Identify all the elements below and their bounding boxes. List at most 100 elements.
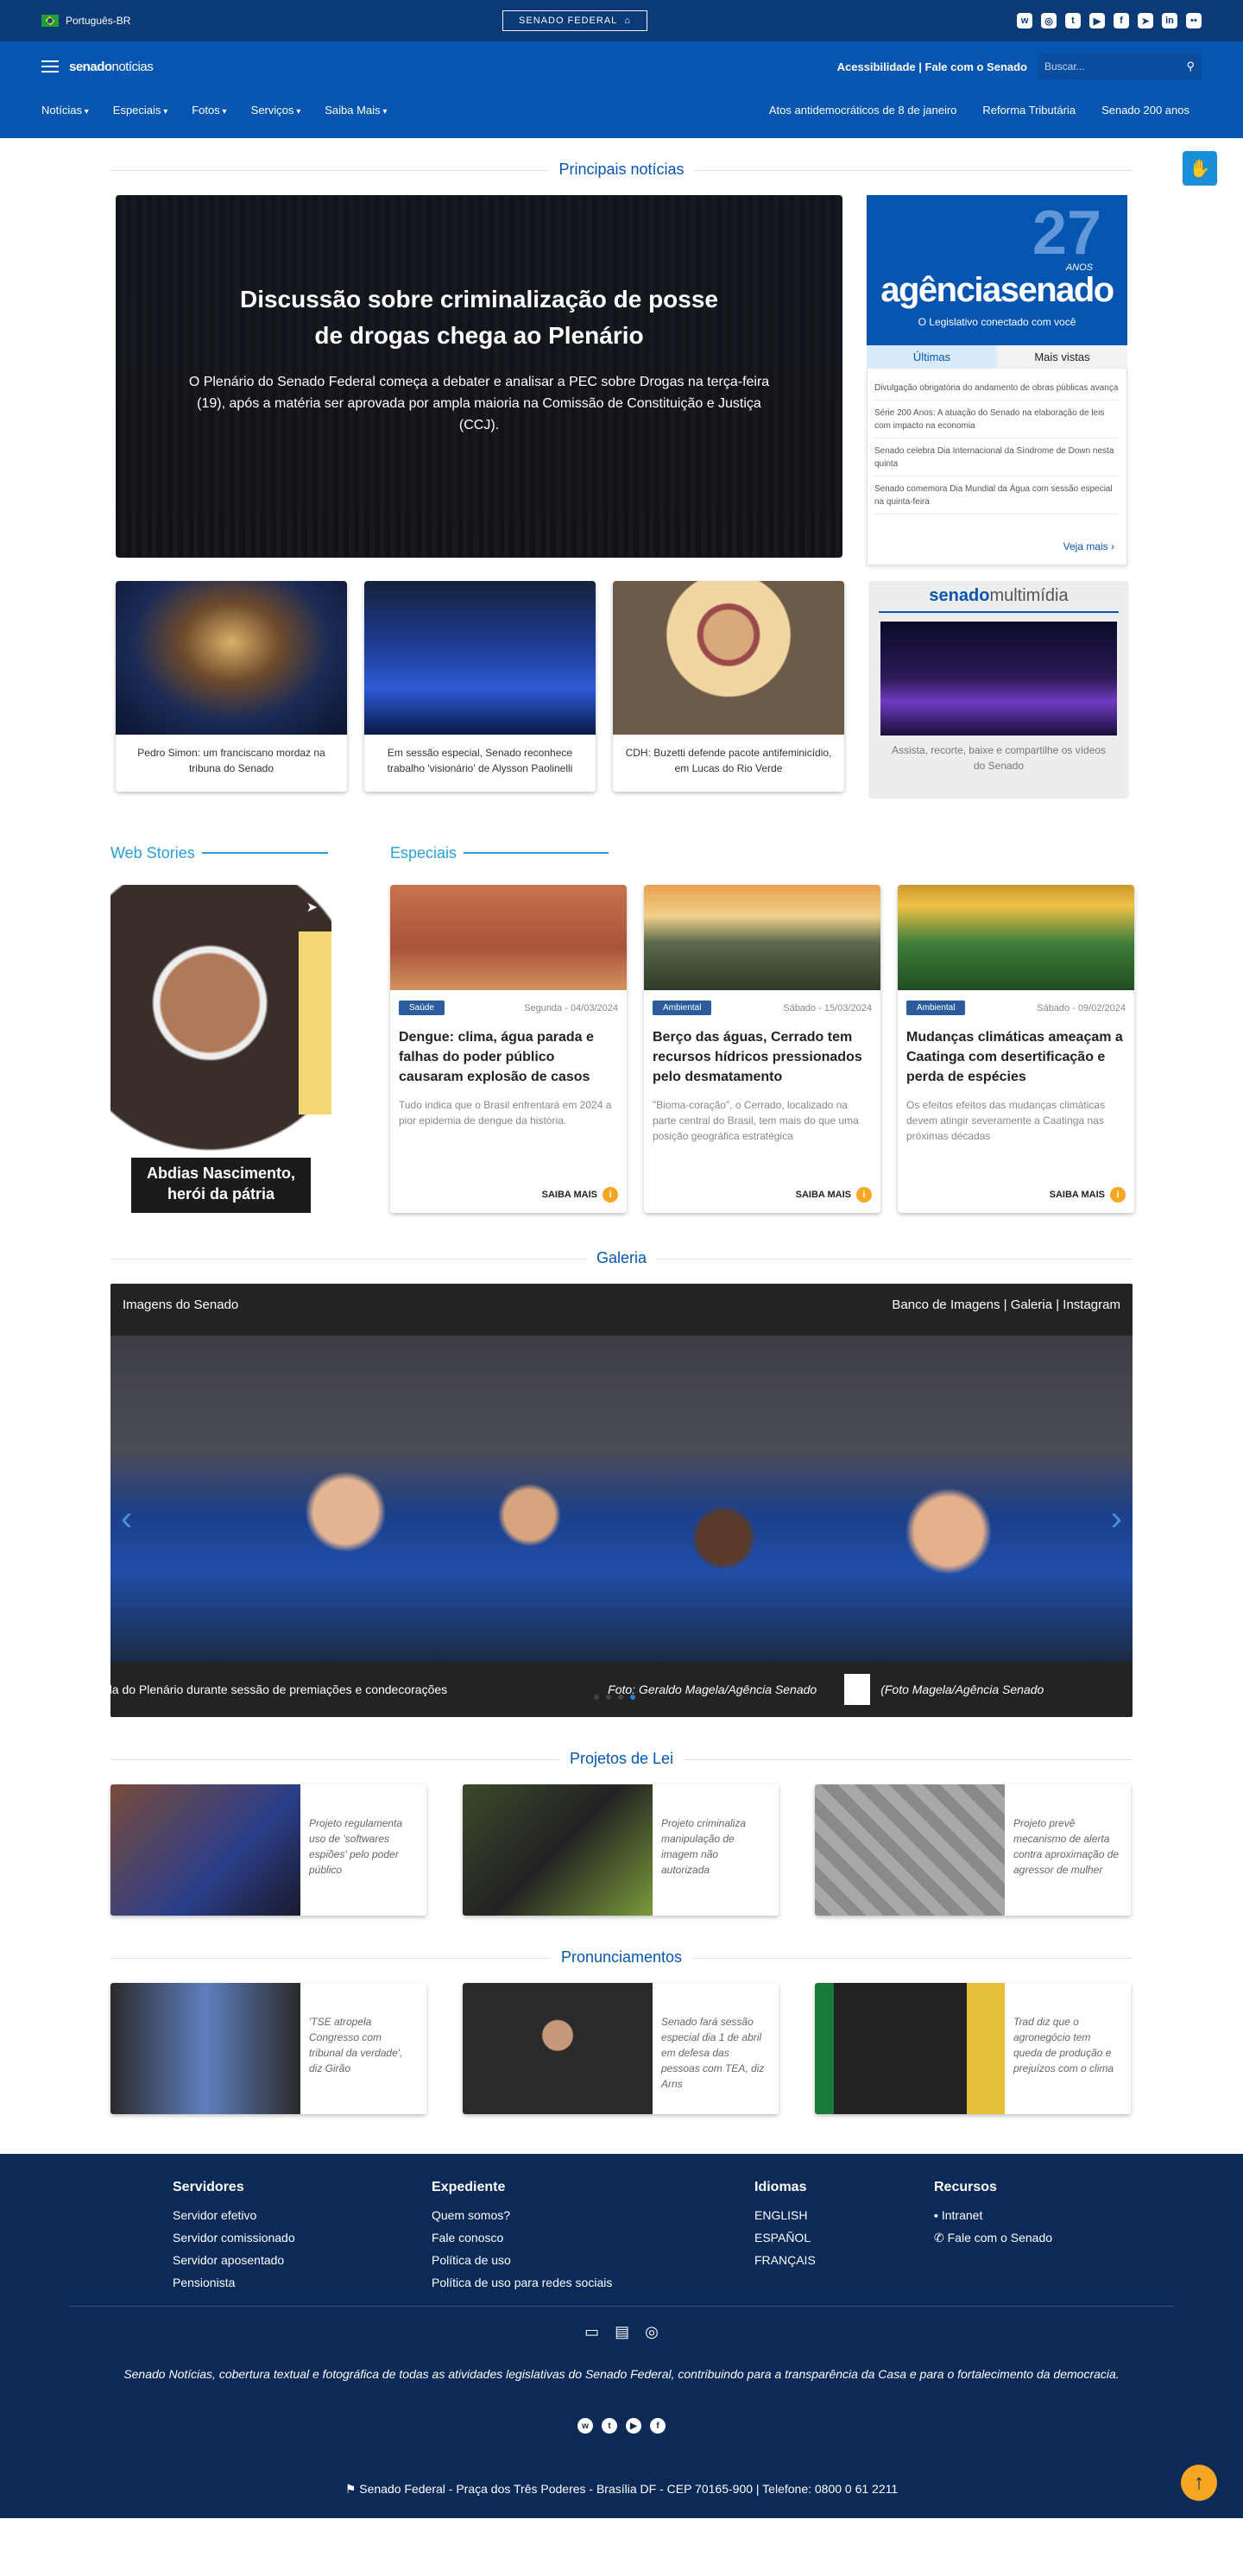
quick-link-reforma[interactable]: Reforma Tributária	[982, 104, 1076, 117]
menu-noticias[interactable]: Notícias	[41, 104, 89, 117]
search-input[interactable]	[1044, 60, 1174, 73]
quick-links: Atos antidemocráticos de 8 de janeiro Re…	[769, 104, 1189, 117]
chevron-left-icon[interactable]: ‹	[121, 1500, 132, 1538]
footer-link[interactable]: Servidor efetivo	[173, 2204, 432, 2226]
footer-link[interactable]: Pensionista	[173, 2271, 432, 2294]
menu-saiba-mais[interactable]: Saiba Mais	[325, 104, 387, 117]
pronunciamento-image	[110, 1983, 300, 2114]
footer-link-fale[interactable]: ✆ Fale com o Senado	[934, 2226, 1052, 2249]
news-card[interactable]: CDH: Buzetti defende pacote antifeminicí…	[613, 581, 844, 792]
web-story-card[interactable]: ➤ Abdias Nascimento, herói da pátria	[110, 885, 331, 1213]
footer-link[interactable]: FRANÇAIS	[754, 2249, 934, 2271]
senado-noticias-logo[interactable]: senadonotícias	[69, 60, 154, 74]
whatsapp-icon[interactable]: w	[1017, 13, 1032, 28]
pronunciamento-card[interactable]: Senado fará sessão especial dia 1 de abr…	[463, 1983, 779, 2114]
footer-link[interactable]: Política de uso	[432, 2249, 754, 2271]
menu-especiais[interactable]: Especiais	[113, 104, 167, 117]
footer-link[interactable]: ENGLISH	[754, 2204, 934, 2226]
header-links[interactable]: Acessibilidade | Fale com o Senado	[837, 60, 1027, 73]
footer-link[interactable]: Servidor comissionado	[173, 2226, 432, 2249]
saiba-mais-button[interactable]: SAIBA MAIS i	[1050, 1187, 1126, 1203]
senado-federal-logo[interactable]: SENADO FEDERAL ⌂	[502, 10, 647, 31]
flickr-icon[interactable]: ••	[1186, 13, 1202, 28]
list-item[interactable]: Senado celebra Dia Internacional da Sínd…	[874, 439, 1120, 477]
gallery-label: Imagens do Senado	[123, 1297, 239, 1312]
gallery-photo[interactable]	[110, 1335, 1133, 1662]
footer-divider	[69, 2306, 1174, 2307]
share-icon[interactable]: ➤	[306, 899, 318, 916]
gallery-links[interactable]: Banco de Imagens | Galeria | Instagram	[892, 1297, 1120, 1312]
youtube-icon[interactable]: ▶	[1089, 13, 1105, 28]
menu-fotos[interactable]: Fotos	[192, 104, 226, 117]
chevron-right-icon[interactable]: ›	[1111, 1500, 1122, 1538]
vlibras-accessibility-icon[interactable]: ✋	[1183, 151, 1217, 186]
saiba-mais-label: SAIBA MAIS	[541, 1190, 597, 1200]
instagram-icon[interactable]: ◎	[1041, 13, 1057, 28]
language-label: Português-BR	[66, 15, 131, 27]
search-icon[interactable]: ⚲	[1186, 60, 1195, 73]
news-card[interactable]: Em sessão especial, Senado reconhece tra…	[364, 581, 596, 792]
date-label: Segunda - 04/03/2024	[524, 1002, 618, 1013]
gallery-credit-next: (Foto Magela/Agência Senado	[880, 1683, 1044, 1696]
list-item[interactable]: Divulgação obrigatória do andamento de o…	[874, 376, 1120, 401]
telegram-icon[interactable]: ➤	[1138, 13, 1153, 28]
pronunciamento-card[interactable]: Trad diz que o agronegócio tem queda de …	[815, 1983, 1131, 2114]
footer-link[interactable]: Quem somos?	[432, 2204, 754, 2226]
whatsapp-icon[interactable]: w	[577, 2418, 593, 2434]
hero-news[interactable]: Discussão sobre criminalização de posse …	[116, 195, 842, 558]
footer-link-intranet[interactable]: ▪ Intranet	[934, 2204, 1052, 2226]
back-to-top-button[interactable]: ↑	[1181, 2465, 1217, 2501]
twitter-icon[interactable]: t	[1065, 13, 1081, 28]
tv-senado-icon[interactable]: ▭	[584, 2323, 599, 2341]
projeto-card[interactable]: Projeto prevê mecanismo de alerta contra…	[815, 1784, 1131, 1916]
section-title-text: Pronunciamentos	[550, 1948, 693, 1966]
pronunciamento-card[interactable]: 'TSE atropela Congresso com tribunal da …	[110, 1983, 426, 2114]
footer-link-label: Intranet	[941, 2208, 983, 2222]
carousel-dot[interactable]	[630, 1695, 635, 1700]
footer-link[interactable]: ESPAÑOL	[754, 2226, 934, 2249]
veja-mais-link[interactable]: Veja mais ›	[1063, 540, 1114, 552]
especial-card[interactable]: Ambiental Sábado - 09/02/2024 Mudanças cl…	[898, 885, 1134, 1213]
carousel-dot[interactable]	[606, 1695, 611, 1700]
projeto-card[interactable]: Projeto criminaliza manipulação de image…	[463, 1784, 779, 1916]
quick-link-senado-200[interactable]: Senado 200 anos	[1101, 104, 1189, 117]
especial-card[interactable]: Saúde Segunda - 04/03/2024 Dengue: clima,…	[390, 885, 627, 1213]
agencia-senado-logo[interactable]: 27 ANOS agênciasenado O Legislativo cone…	[867, 195, 1127, 345]
saiba-mais-button[interactable]: SAIBA MAIS i	[542, 1187, 618, 1203]
tab-ultimas[interactable]: Últimas	[867, 345, 997, 369]
footer-link[interactable]: Servidor aposentado	[173, 2249, 432, 2271]
news-card[interactable]: Pedro Simon: um franciscano mordaz na tr…	[116, 581, 347, 792]
radio-senado-icon[interactable]: ▤	[615, 2323, 629, 2341]
section-title-text: Principais notícias	[548, 161, 695, 178]
section-title-web-stories: Web Stories	[110, 843, 331, 862]
carousel-dot[interactable]	[618, 1695, 623, 1700]
saiba-mais-button[interactable]: SAIBA MAIS i	[796, 1187, 872, 1203]
hamburger-menu-icon[interactable]	[41, 60, 59, 73]
footer-link[interactable]: Política de uso para redes sociais	[432, 2271, 754, 2294]
senado-multimidia-card[interactable]: senadomultimídia Assista, recorte, baixe…	[868, 581, 1129, 799]
quick-link-atos[interactable]: Atos antidemocráticos de 8 de janeiro	[769, 104, 957, 117]
projeto-card[interactable]: Projeto regulamenta uso de 'softwares es…	[110, 1784, 426, 1916]
facebook-icon[interactable]: f	[1114, 13, 1129, 28]
info-icon: i	[1110, 1187, 1126, 1203]
gallery-caption: da do Plenário durante sessão de premiaç…	[110, 1662, 1133, 1717]
menu-servicos[interactable]: Serviços	[251, 104, 301, 117]
especial-card[interactable]: Ambiental Sábado - 15/03/2024 Berço das á…	[644, 885, 880, 1213]
location-pin-icon: ⚑	[344, 2482, 360, 2496]
tab-mais-vistas[interactable]: Mais vistas	[997, 345, 1127, 369]
linkedin-icon[interactable]: in	[1162, 13, 1177, 28]
agencia-icon[interactable]: ◎	[645, 2323, 659, 2341]
story-decoration	[299, 931, 331, 1114]
youtube-icon[interactable]: ▶	[626, 2418, 641, 2434]
twitter-icon[interactable]: t	[602, 2418, 617, 2434]
especial-title: Dengue: clima, água parada e falhas do p…	[399, 1030, 594, 1084]
news-caption: Pedro Simon: um franciscano mordaz na tr…	[137, 747, 325, 774]
category-badge: Saúde	[399, 1001, 445, 1015]
facebook-icon[interactable]: f	[650, 2418, 666, 2434]
language-selector[interactable]: Português-BR	[41, 15, 130, 27]
list-item[interactable]: Senado comemora Dia Mundial da Água com …	[874, 477, 1120, 515]
carousel-dot[interactable]	[594, 1695, 599, 1700]
pronunciamento-image	[815, 1983, 1005, 2114]
footer-link[interactable]: Fale conosco	[432, 2226, 754, 2249]
list-item[interactable]: Série 200 Anos: A atuação do Senado na e…	[874, 401, 1120, 439]
